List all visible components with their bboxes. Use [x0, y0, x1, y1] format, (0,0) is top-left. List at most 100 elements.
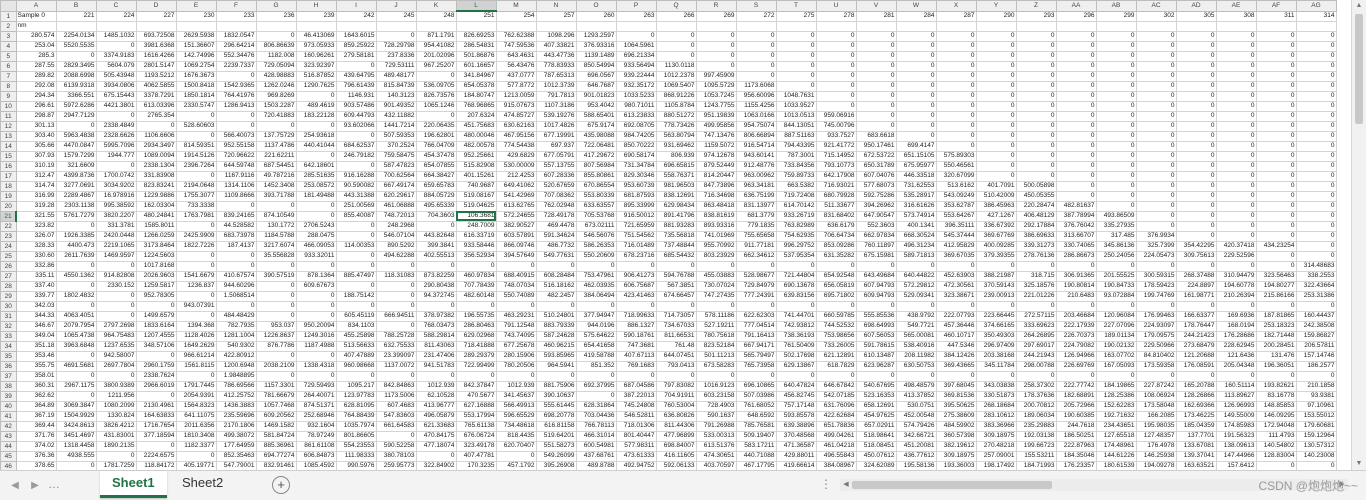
cell[interactable]: 0 [815, 90, 857, 102]
cell[interactable]: 307.93 [15, 150, 57, 162]
cell[interactable]: 0 [1055, 110, 1097, 122]
cell[interactable]: 1763.7981 [175, 210, 217, 222]
cell[interactable]: 960.98668 [335, 360, 377, 372]
cell[interactable]: 0 [215, 70, 257, 82]
cell[interactable]: 509.19407 [735, 430, 777, 442]
cell[interactable]: 0 [1055, 160, 1097, 172]
cell[interactable]: 1105.8784 [655, 100, 697, 112]
cell[interactable]: 0 [1015, 140, 1057, 152]
cell[interactable]: 266 [655, 10, 697, 22]
cell[interactable]: 0 [215, 300, 257, 312]
cell[interactable]: 4063.4051 [55, 310, 97, 322]
cell[interactable]: 0 [1055, 150, 1097, 162]
cell[interactable]: 0 [335, 300, 377, 312]
cell[interactable]: 178.76447 [1175, 320, 1217, 332]
cell[interactable]: 0 [1215, 110, 1257, 122]
cell[interactable]: 400.09285 [975, 240, 1017, 252]
cell[interactable]: 330.74065 [1055, 240, 1097, 252]
cell[interactable]: 322.43664 [1295, 280, 1337, 292]
cell[interactable]: 583.17211 [735, 440, 777, 452]
cell[interactable]: 309.18975 [935, 450, 977, 462]
cell[interactable]: 159.86827 [1295, 330, 1337, 342]
cell[interactable]: 803.23929 [695, 250, 737, 262]
cell[interactable]: 1890.2135 [95, 440, 137, 452]
cell[interactable]: 699.4147 [895, 140, 937, 152]
cell[interactable]: 0 [1295, 90, 1337, 102]
cell[interactable]: 3378.7291 [135, 90, 177, 102]
cell[interactable]: 0 [735, 60, 777, 72]
cell[interactable]: 280.15906 [495, 350, 537, 362]
cell[interactable]: 0 [415, 110, 457, 122]
cell[interactable]: 0 [615, 370, 657, 382]
cell[interactable]: 729.84979 [735, 280, 777, 292]
cell[interactable]: 199.66723 [1015, 440, 1057, 452]
cell[interactable]: 294.34 [15, 90, 57, 102]
vertical-scrollbar[interactable]: ▲ ▼ [1351, 0, 1366, 470]
cell[interactable]: 370.2524 [375, 140, 417, 152]
cell[interactable]: 0 [335, 160, 377, 172]
cell[interactable]: 577.98311 [615, 440, 657, 452]
cell[interactable]: 3217.6074 [255, 240, 297, 252]
cell[interactable]: 1330.824 [95, 410, 137, 422]
cell[interactable]: 0 [1215, 80, 1257, 92]
cell[interactable]: 980.71011 [615, 100, 657, 112]
cell[interactable]: 1184.5788 [255, 230, 297, 242]
column-header[interactable]: E [175, 0, 217, 12]
cell[interactable]: 593.85965 [535, 350, 577, 362]
cell[interactable]: 310.94479 [1215, 270, 1257, 282]
cell[interactable]: 0 [815, 100, 857, 112]
add-sheet-button[interactable]: + [272, 476, 290, 494]
cell[interactable]: 650.31789 [855, 160, 897, 172]
cell[interactable]: 395.26908 [535, 460, 577, 470]
cell[interactable]: 613.51376 [695, 440, 737, 452]
cell[interactable]: 629.98434 [655, 200, 697, 212]
cell[interactable]: 601.16657 [455, 60, 497, 72]
cell[interactable]: 499.38072 [215, 430, 257, 442]
cell[interactable]: 1213.0059 [495, 90, 537, 102]
cell[interactable]: 0 [1175, 180, 1217, 192]
cell[interactable]: 0 [615, 260, 657, 272]
cell[interactable]: 607.4683 [375, 400, 417, 412]
cell[interactable]: 1167.9116 [215, 170, 257, 182]
cell[interactable]: 855.40087 [335, 210, 377, 222]
cell[interactable]: 0 [335, 60, 377, 72]
cell[interactable]: 1810.3408 [175, 430, 217, 442]
cell[interactable]: 471.36587 [775, 440, 817, 452]
cell[interactable]: 460.96215 [535, 340, 577, 352]
cell[interactable]: 649.41062 [495, 180, 537, 192]
cell[interactable]: 316.61626 [895, 200, 937, 212]
cell[interactable]: 0 [175, 290, 217, 302]
cell[interactable]: 0 [1175, 140, 1217, 152]
cell[interactable]: 0 [335, 220, 377, 232]
cell[interactable]: 163.63521 [1175, 460, 1217, 470]
cell[interactable]: 49.787216 [255, 170, 297, 182]
cell[interactable]: 728.4903 [695, 400, 737, 412]
cell[interactable]: 518.98641 [855, 430, 897, 442]
cell[interactable]: 123.97783 [335, 390, 377, 402]
cell[interactable]: 1542.9365 [215, 80, 257, 92]
cell[interactable]: 333.69623 [1015, 320, 1057, 332]
cell[interactable]: 3277.0691 [55, 180, 97, 192]
cell[interactable]: 842.37847 [455, 380, 497, 392]
cell[interactable]: 0 [815, 370, 857, 382]
cell[interactable]: 0 [975, 150, 1017, 162]
cell[interactable]: 538.40916 [895, 340, 937, 352]
cell[interactable]: 566.40073 [215, 130, 257, 142]
cell[interactable]: 643.4631 [495, 50, 537, 62]
cell[interactable]: 754.62935 [775, 230, 817, 242]
cell[interactable]: 0 [295, 290, 337, 302]
row-header[interactable]: 19 [0, 190, 17, 202]
cell[interactable]: 350.49303 [975, 330, 1017, 342]
cell[interactable] [1255, 20, 1297, 32]
cell[interactable]: 144.61226 [1095, 450, 1137, 462]
cell[interactable]: 474.85727 [495, 110, 537, 122]
cell[interactable]: 0 [935, 110, 977, 122]
cell[interactable]: 456.82745 [775, 390, 817, 402]
cell[interactable]: 0 [1095, 30, 1137, 42]
cell[interactable]: 629.02968 [455, 330, 497, 342]
cell[interactable]: 0 [735, 260, 777, 272]
cell[interactable]: 630.62163 [495, 120, 537, 132]
cell[interactable]: 0 [255, 120, 297, 132]
cell[interactable]: 967.25207 [415, 60, 457, 72]
cell[interactable]: 906.41273 [615, 270, 657, 282]
